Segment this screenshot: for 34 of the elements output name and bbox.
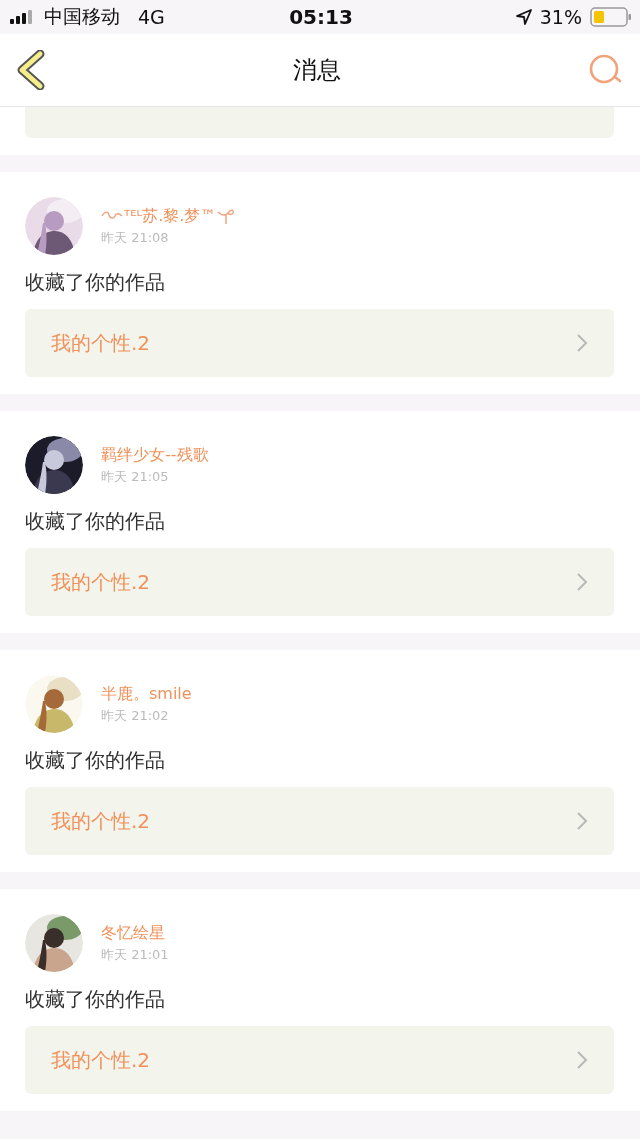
chevron-right-icon [576,1050,588,1070]
user-name[interactable]: 冬忆绘星 [101,922,165,944]
message-text: 收藏了你的作品 [25,986,166,1013]
message-text: 收藏了你的作品 [25,508,166,535]
work-link-card[interactable]: 我的个性.2 [25,309,614,377]
chevron-right-icon [576,572,588,592]
clock-time: 05:13 [289,5,353,29]
work-link-card[interactable]: 我的个性.2 [25,548,614,616]
work-link-card[interactable]: 我的个性.2 [25,1026,614,1094]
user-name[interactable]: ᵀᴱᴸ苏.黎.梦™ [124,205,217,227]
page-title: 消息 [293,55,341,86]
ornament-icon [217,207,236,225]
message-text: 收藏了你的作品 [25,269,166,296]
message-time: 昨天 21:02 [101,706,170,725]
work-title: 我的个性.2 [51,568,151,596]
work-link-card[interactable]: 我的个性.2 [25,787,614,855]
message-time: 昨天 21:01 [101,945,169,964]
work-title: 我的个性.2 [51,329,151,357]
carrier-name: 中国移动 [44,4,120,29]
message-text: 收藏了你的作品 [25,747,166,774]
message-time: 昨天 21:05 [101,467,170,486]
work-title: 我的个性.2 [51,1046,151,1074]
chevron-right-icon [576,811,588,831]
network-type: 4G [138,6,165,28]
work-title: 我的个性.2 [51,807,151,835]
user-name[interactable]: 半鹿。smile [101,683,192,705]
battery-percent: 31% [539,6,582,28]
location-arrow-icon [515,9,532,25]
user-name[interactable]: 羁绊少女--残歌 [101,444,209,466]
ornament-icon [101,210,123,222]
battery-icon [590,7,632,27]
back-chevron-icon[interactable] [16,50,46,90]
chevron-right-icon [576,333,588,353]
message-time: 昨天 21:08 [101,228,170,247]
